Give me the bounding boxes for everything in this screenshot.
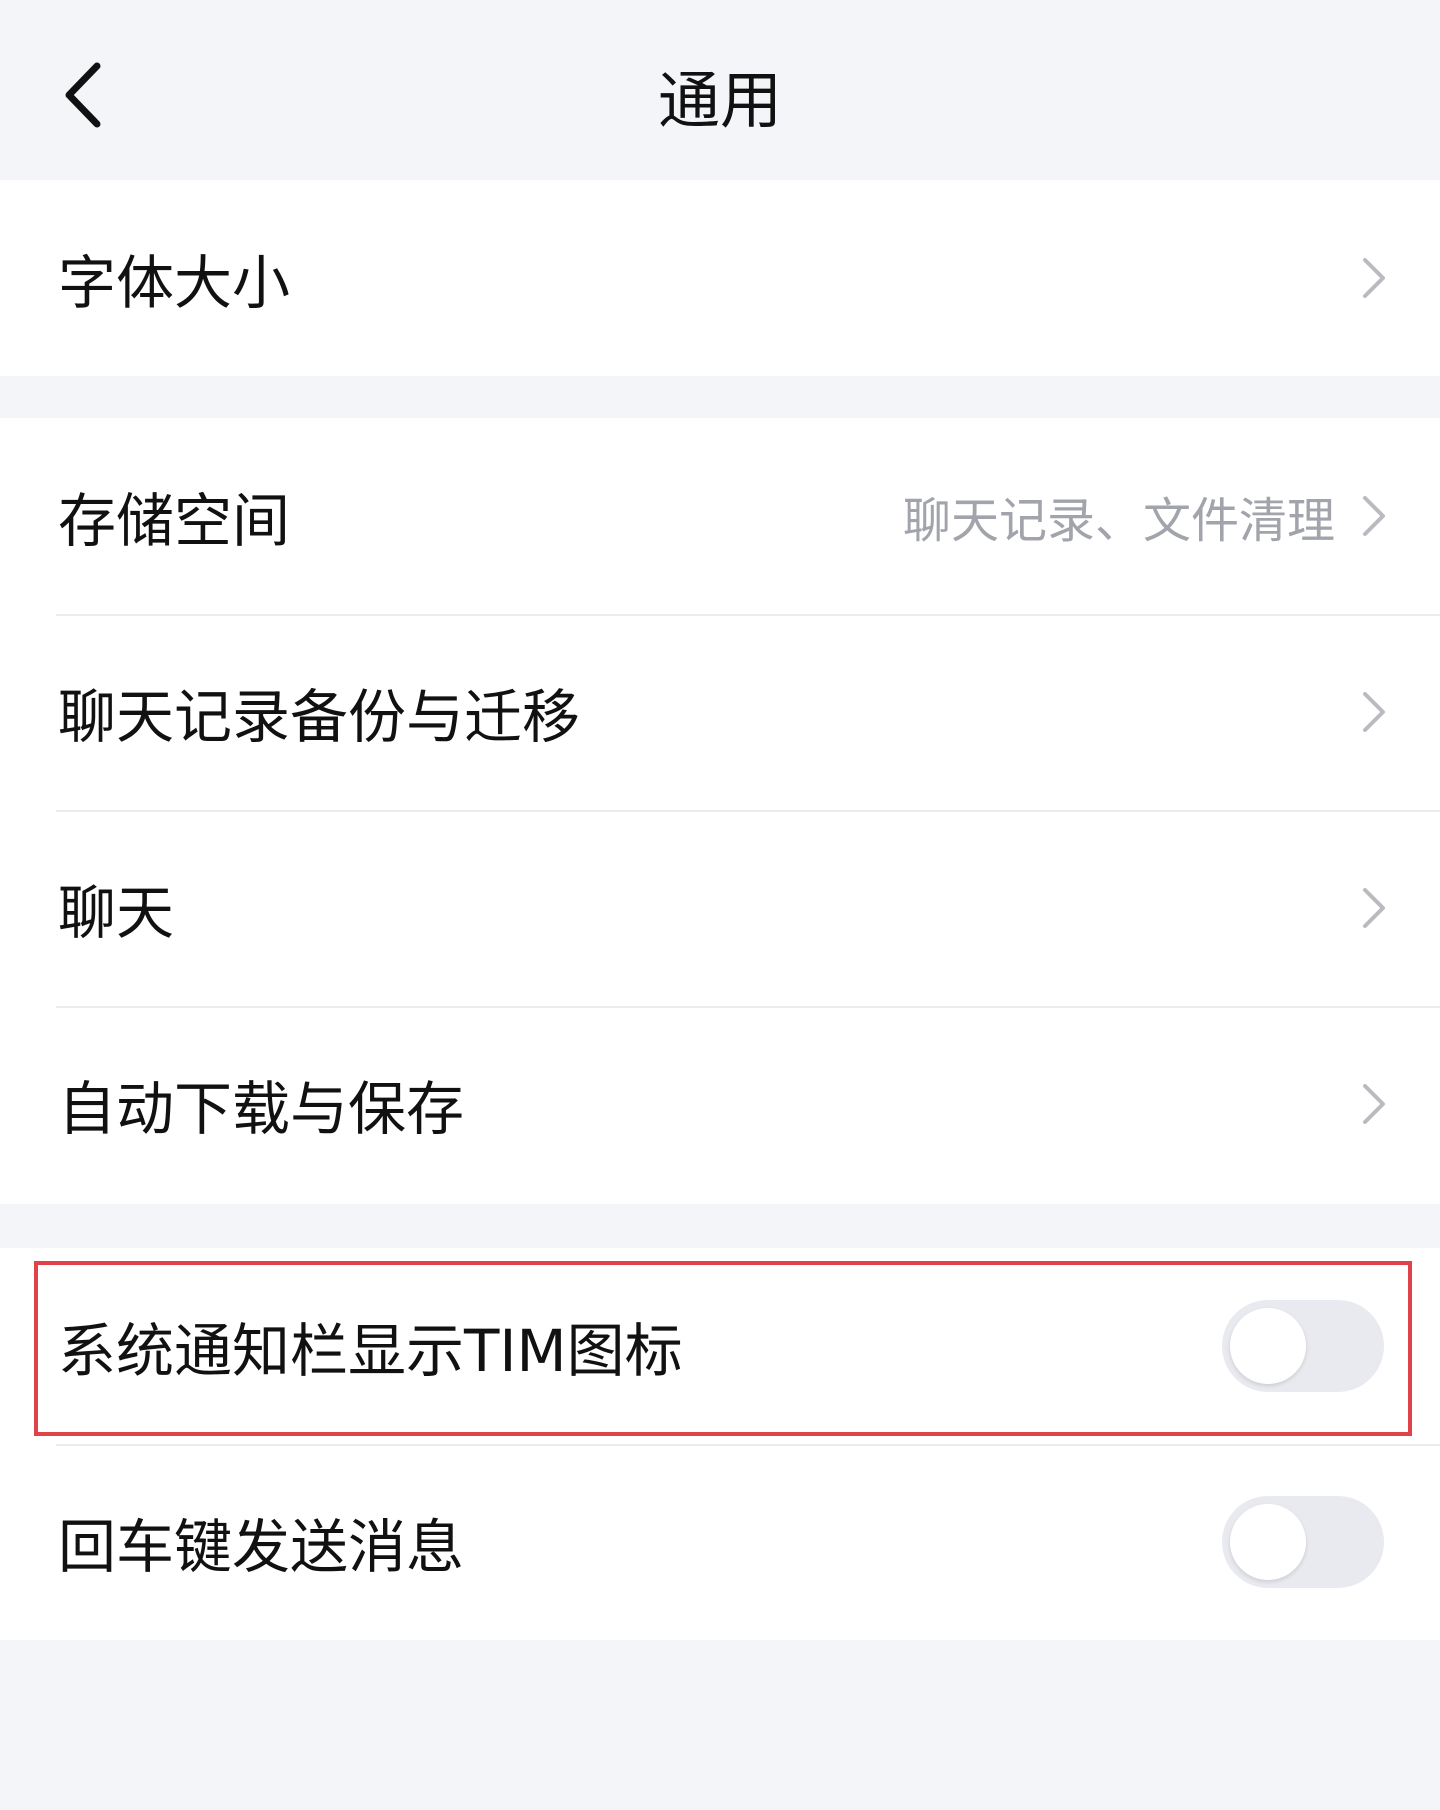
chevron-right-icon xyxy=(1356,486,1392,546)
enter-to-send-toggle[interactable] xyxy=(1222,1496,1384,1588)
chevron-right-icon xyxy=(1356,1074,1392,1134)
settings-item-chat-backup[interactable]: 聊天记录备份与迁移 xyxy=(0,614,1440,810)
chevron-right-icon xyxy=(1356,878,1392,938)
chevron-right-icon xyxy=(1356,682,1392,742)
settings-item-chat[interactable]: 聊天 xyxy=(0,810,1440,1006)
settings-item-label: 聊天记录备份与迁移 xyxy=(58,683,581,751)
settings-group-storage: 存储空间 聊天记录、文件清理 聊天记录备份与迁移 聊天 自动下载与保存 xyxy=(0,418,1440,1204)
chevron-left-icon xyxy=(65,62,101,128)
toggle-knob xyxy=(1230,1504,1306,1580)
settings-item-storage[interactable]: 存储空间 聊天记录、文件清理 xyxy=(0,418,1440,614)
settings-item-label: 系统通知栏显示TIM图标 xyxy=(58,1317,683,1385)
settings-item-auto-download[interactable]: 自动下载与保存 xyxy=(0,1006,1440,1202)
settings-item-label: 回车键发送消息 xyxy=(58,1513,465,1581)
settings-item-label: 聊天 xyxy=(58,879,175,947)
settings-item-label: 存储空间 xyxy=(58,487,291,555)
toggle-knob xyxy=(1230,1308,1306,1384)
settings-item-detail: 聊天记录、文件清理 xyxy=(902,493,1335,549)
chevron-right-icon xyxy=(1356,248,1392,308)
settings-item-font-size[interactable]: 字体大小 xyxy=(0,180,1440,376)
notification-icon-toggle[interactable] xyxy=(1222,1300,1384,1392)
settings-item-enter-to-send: 回车键发送消息 xyxy=(0,1444,1440,1640)
settings-item-notification-icon: 系统通知栏显示TIM图标 xyxy=(0,1248,1440,1444)
back-button[interactable] xyxy=(48,45,118,145)
settings-group-toggles: 系统通知栏显示TIM图标 回车键发送消息 xyxy=(0,1248,1440,1640)
settings-page: 通用 字体大小 存储空间 聊天记录、文件清理 聊天记录备份与迁移 聊天 自动下载… xyxy=(0,0,1440,1810)
settings-item-label: 字体大小 xyxy=(58,249,291,317)
settings-group-display: 字体大小 xyxy=(0,180,1440,376)
settings-item-label: 自动下载与保存 xyxy=(58,1075,465,1143)
nav-bar xyxy=(0,0,1440,180)
